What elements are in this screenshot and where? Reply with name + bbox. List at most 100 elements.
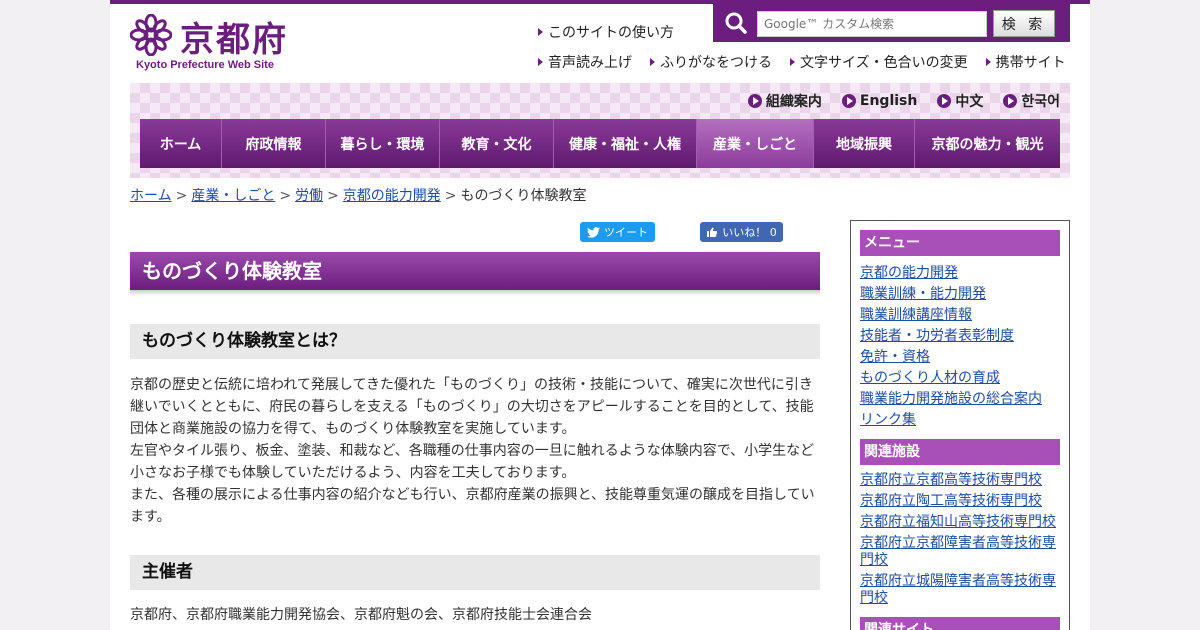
gnav-industry[interactable]: 産業・しごと <box>697 119 814 168</box>
sidebar-link[interactable]: 京都府立城陽障害者高等技術専門校 <box>860 573 1056 606</box>
lang-link-korean[interactable]: 한국어 <box>1003 91 1060 111</box>
organizer-text: 京都府、京都府職業能力開発協会、京都府魁の会、京都府技能士会連合会 <box>130 607 592 623</box>
sidebar-heading-sites: 関連サイト <box>860 617 1060 630</box>
breadcrumb-current: ものづくり体験教室 <box>460 188 587 204</box>
breadcrumb-industry[interactable]: 産業・しごと <box>191 188 275 204</box>
paragraph: 左官やタイル張り、板金、塗装、和裁など、各職種の仕事内容の一旦に触れるような体験… <box>130 443 815 481</box>
utility-link-mobile[interactable]: 携帯サイト <box>985 52 1066 72</box>
site-guide-label: このサイトの使い方 <box>548 25 674 41</box>
breadcrumb-separator: > <box>279 188 292 204</box>
play-circle-icon <box>841 94 856 108</box>
section-heading-organizer: 主催者 <box>130 555 820 590</box>
sidebar-link[interactable]: 京都府立陶工高等技術専門校 <box>860 493 1042 509</box>
page-title: ものづくり体験教室 <box>130 252 820 290</box>
sidebar-link[interactable]: 京都の能力開発 <box>860 265 958 281</box>
search-button[interactable]: 検 索 <box>993 10 1055 37</box>
breadcrumb-separator: > <box>175 188 188 204</box>
lang-link-label: English <box>859 93 918 109</box>
utility-top: このサイトの使い方 <box>538 22 674 42</box>
sidebar-link[interactable]: 職業能力開発施設の総合案内 <box>860 391 1042 407</box>
thumbs-up-icon <box>707 227 718 238</box>
tweet-label: ツイート <box>604 226 648 239</box>
sidebar-link[interactable]: 京都府立京都高等技術専門校 <box>860 472 1042 488</box>
list-item: 京都の能力開発 <box>860 263 1060 284</box>
list-item: リンク集 <box>860 410 1060 431</box>
title-shadow <box>130 290 820 296</box>
triangle-bullet-icon <box>650 58 655 66</box>
breadcrumb-separator: > <box>327 188 339 204</box>
section-heading-about: ものづくり体験教室とは？ <box>130 324 820 359</box>
sidebar-menu-list: 京都の能力開発 職業訓練・能力開発 職業訓練講座情報 技能者・功労者表彰制度 免… <box>860 263 1060 431</box>
lang-link-label: 組織案内 <box>765 94 822 110</box>
list-item: 職業訓練講座情報 <box>860 305 1060 326</box>
search-input[interactable] <box>757 11 987 37</box>
list-item: 京都府立京都障害者高等技術専門校 <box>860 535 1060 569</box>
like-label: いいね！ 0 <box>722 226 777 239</box>
gnav-living[interactable]: 暮らし・環境 <box>326 119 440 168</box>
breadcrumb-skills[interactable]: 京都の能力開発 <box>343 188 441 204</box>
utility-link-text-size[interactable]: 文字サイズ・色合いの変更 <box>790 52 968 72</box>
gnav-home[interactable]: ホーム <box>140 119 222 168</box>
list-item: 京都府立京都高等技術専門校 <box>860 472 1060 489</box>
twitter-bird-icon <box>587 226 600 238</box>
section-body: 京都の歴史と伝統に培われて発展してきた優れた「ものづくり」の技術・技能について、… <box>130 374 820 528</box>
utility-link-label: 音声読み上げ <box>548 55 632 71</box>
utility-link-voice[interactable]: 音声読み上げ <box>538 52 632 72</box>
gnav-tourism[interactable]: 京都の魅力・観光 <box>915 119 1060 168</box>
kyoto-crest-icon <box>130 14 172 56</box>
tweet-button[interactable]: ツイート <box>580 222 655 242</box>
list-item: 職業訓練・能力開発 <box>860 284 1060 305</box>
lang-link-organization[interactable]: 組織案内 <box>747 91 822 111</box>
list-item: 免許・資格 <box>860 347 1060 368</box>
sidebar-link[interactable]: 京都府立京都障害者高等技術専門校 <box>860 535 1056 568</box>
sidebar: メニュー 京都の能力開発 職業訓練・能力開発 職業訓練講座情報 技能者・功労者表… <box>850 220 1070 630</box>
list-item: 職業能力開発施設の総合案内 <box>860 389 1060 410</box>
lang-link-chinese[interactable]: 中文 <box>937 91 983 111</box>
sidebar-link[interactable]: 職業訓練講座情報 <box>860 307 972 323</box>
list-item: 技能者・功労者表彰制度 <box>860 326 1060 347</box>
sidebar-link[interactable]: 技能者・功労者表彰制度 <box>860 328 1014 344</box>
triangle-bullet-icon <box>538 28 543 36</box>
sidebar-link[interactable]: 職業訓練・能力開発 <box>860 286 986 302</box>
sidebar-link[interactable]: リンク集 <box>860 412 916 428</box>
gnav-government[interactable]: 府政情報 <box>222 119 326 168</box>
sidebar-link[interactable]: 京都府立福知山高等技術専門校 <box>860 514 1056 530</box>
list-item: 京都府立城陽障害者高等技術専門校 <box>860 573 1060 607</box>
sidebar-heading-facilities: 関連施設 <box>860 439 1060 465</box>
lang-link-label: 中文 <box>955 94 984 110</box>
list-item: 京都府立福知山高等技術専門校 <box>860 514 1060 531</box>
list-item: 京都府立陶工高等技術専門校 <box>860 493 1060 510</box>
gnav-health[interactable]: 健康・福祉・人権 <box>554 119 697 168</box>
like-button[interactable]: いいね！ 0 <box>700 222 783 242</box>
global-nav: ホーム 府政情報 暮らし・環境 教育・文化 健康・福祉・人権 産業・しごと 地域… <box>140 119 1060 168</box>
utility-link-label: 携帯サイト <box>995 55 1066 71</box>
gnav-education[interactable]: 教育・文化 <box>440 119 554 168</box>
lang-link-english[interactable]: English <box>841 91 918 111</box>
page-container: 京都府 Kyoto Prefecture Web Site このサイトの使い方 … <box>110 0 1090 630</box>
utility-links: 音声読み上げ ふりがなをつける 文字サイズ・色合いの変更 携帯サイト <box>538 52 1066 72</box>
site-logo[interactable]: 京都府 Kyoto Prefecture Web Site <box>130 14 300 74</box>
list-item: ものづくり人材の育成 <box>860 368 1060 389</box>
sidebar-link[interactable]: 免許・資格 <box>860 349 930 365</box>
utility-link-label: ふりがなをつける <box>660 55 772 71</box>
paragraph: また、各種の展示による仕事内容の紹介なども行い、京都府産業の振興と、技能尊重気運… <box>130 487 815 525</box>
breadcrumb: ホーム > 産業・しごと > 労働 > 京都の能力開発 > ものづくり体験教室 <box>130 185 587 205</box>
gnav-regional[interactable]: 地域振興 <box>814 119 915 168</box>
breadcrumb-labor[interactable]: 労働 <box>295 188 323 204</box>
sidebar-heading-menu: メニュー <box>860 230 1060 256</box>
breadcrumb-separator: > <box>444 188 457 204</box>
logo-text: 京都府 <box>180 20 288 60</box>
sidebar-facilities-list: 京都府立京都高等技術専門校 京都府立陶工高等技術専門校 京都府立福知山高等技術専… <box>860 472 1060 607</box>
utility-link-label: 文字サイズ・色合いの変更 <box>800 55 968 71</box>
lang-link-label: 한국어 <box>1021 94 1060 110</box>
nav-band: 組織案内 English 中文 한국어 ホーム 府政情報 暮らし・環境 教育・文… <box>130 83 1070 178</box>
utility-link-furigana[interactable]: ふりがなをつける <box>650 52 772 72</box>
triangle-bullet-icon <box>985 58 991 66</box>
sidebar-link[interactable]: ものづくり人材の育成 <box>860 370 1000 386</box>
breadcrumb-home[interactable]: ホーム <box>130 188 172 204</box>
triangle-bullet-icon <box>790 58 795 66</box>
paragraph: 京都の歴史と伝統に培われて発展してきた優れた「ものづくり」の技術・技能について、… <box>130 377 814 437</box>
site-guide-link[interactable]: このサイトの使い方 <box>538 22 674 42</box>
play-circle-icon <box>1003 94 1018 108</box>
play-circle-icon <box>937 94 952 108</box>
